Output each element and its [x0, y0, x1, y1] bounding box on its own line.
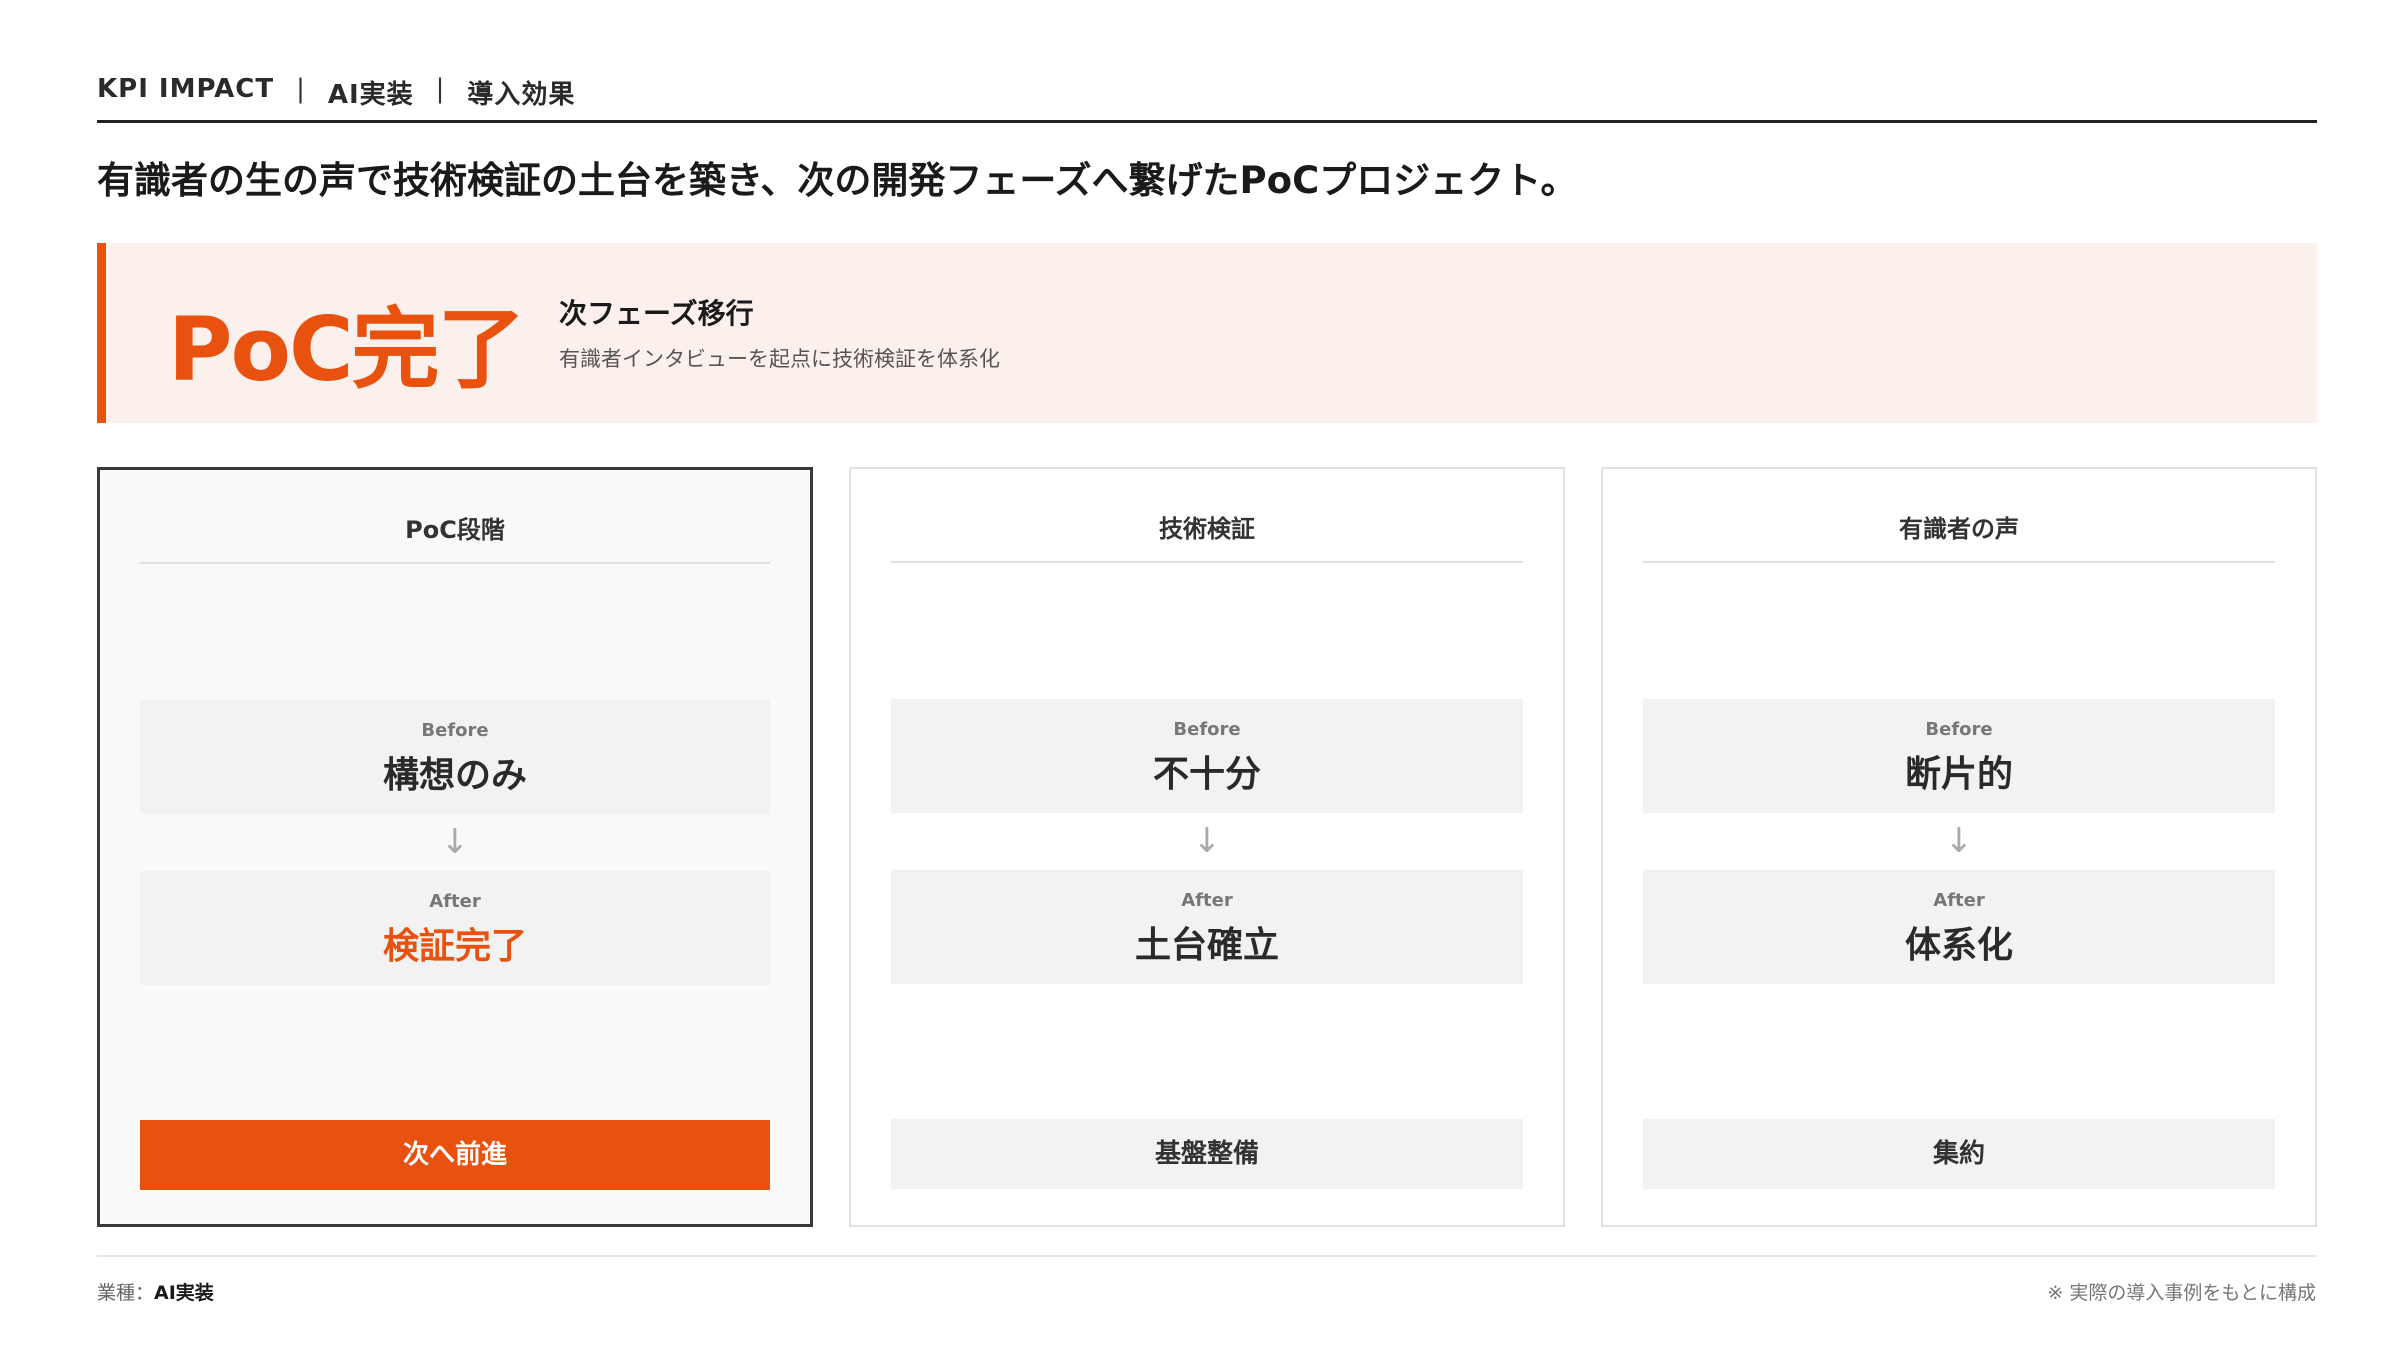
arrow-down-icon: ↓	[1944, 821, 1974, 861]
header-section: 導入効果	[467, 80, 576, 110]
kpi-card-expert-voice[interactable]: 有識者の声 Before 断片的 ↓ After 体系化 集約	[1601, 467, 2317, 1227]
card-footer-tag: 集約	[1643, 1119, 2275, 1189]
before-value: 構想のみ	[382, 755, 527, 796]
banner-description: 有識者インタビューを起点に技術検証を体系化	[559, 347, 1000, 371]
page-headline: 有識者の生の声で技術検証の土台を築き、次の開発フェーズへ繋げたPoCプロジェクト…	[97, 159, 1578, 202]
industry-value: AI実装	[154, 1282, 214, 1304]
source-note: ※ 実際の導入事例をもとに構成	[2047, 1282, 2316, 1304]
header-separator: |	[296, 74, 306, 104]
before-value: 不十分	[1152, 754, 1261, 795]
before-label: Before	[1173, 719, 1241, 740]
industry-note: 業種：AI実装	[97, 1278, 214, 1305]
after-value: 体系化	[1904, 925, 2013, 966]
result-banner: PoC完了 次フェーズ移行 有識者インタビューを起点に技術検証を体系化	[97, 243, 2317, 423]
header-category: AI実装	[327, 80, 414, 110]
arrow-down-icon: ↓	[440, 822, 470, 862]
banner-subtitle: 次フェーズ移行	[559, 297, 754, 330]
header-separator: |	[435, 74, 446, 104]
card-title: PoC段階	[140, 510, 770, 564]
before-label: Before	[421, 720, 489, 741]
arrow-down-icon: ↓	[1192, 821, 1222, 861]
card-title: 技術検証	[891, 509, 1523, 563]
before-box: Before 構想のみ	[140, 700, 770, 814]
before-box: Before 断片的	[1643, 699, 2275, 813]
next-step-button[interactable]: 次へ前進	[140, 1120, 770, 1190]
industry-label: 業種：	[97, 1282, 155, 1304]
after-label: After	[1181, 890, 1233, 911]
kpi-card-tech-verification[interactable]: 技術検証 Before 不十分 ↓ After 土台確立 基盤整備	[849, 467, 1565, 1227]
before-label: Before	[1925, 719, 1993, 740]
after-value: 土台確立	[1134, 925, 1279, 966]
after-label: After	[429, 891, 481, 912]
header-tag: KPI IMPACT	[97, 74, 275, 104]
card-footer-tag: 基盤整備	[891, 1119, 1523, 1189]
before-box: Before 不十分	[891, 699, 1523, 813]
slide: KPI IMPACT | AI実装 | 導入効果 有識者の生の声で技術検証の土台…	[0, 0, 2400, 1350]
after-box: After 土台確立	[891, 870, 1523, 984]
card-title: 有識者の声	[1643, 509, 2275, 563]
header-bar: KPI IMPACT | AI実装 | 導入効果	[97, 74, 2317, 123]
kpi-card-poc[interactable]: PoC段階 Before 構想のみ ↓ After 検証完了 次へ前進	[97, 467, 813, 1227]
after-box: After 検証完了	[140, 871, 770, 985]
footer-divider	[97, 1255, 2317, 1257]
after-label: After	[1933, 890, 1985, 911]
after-value: 検証完了	[382, 926, 527, 967]
banner-big-text: PoC完了	[168, 298, 526, 401]
before-value: 断片的	[1904, 754, 2013, 795]
after-box: After 体系化	[1643, 870, 2275, 984]
